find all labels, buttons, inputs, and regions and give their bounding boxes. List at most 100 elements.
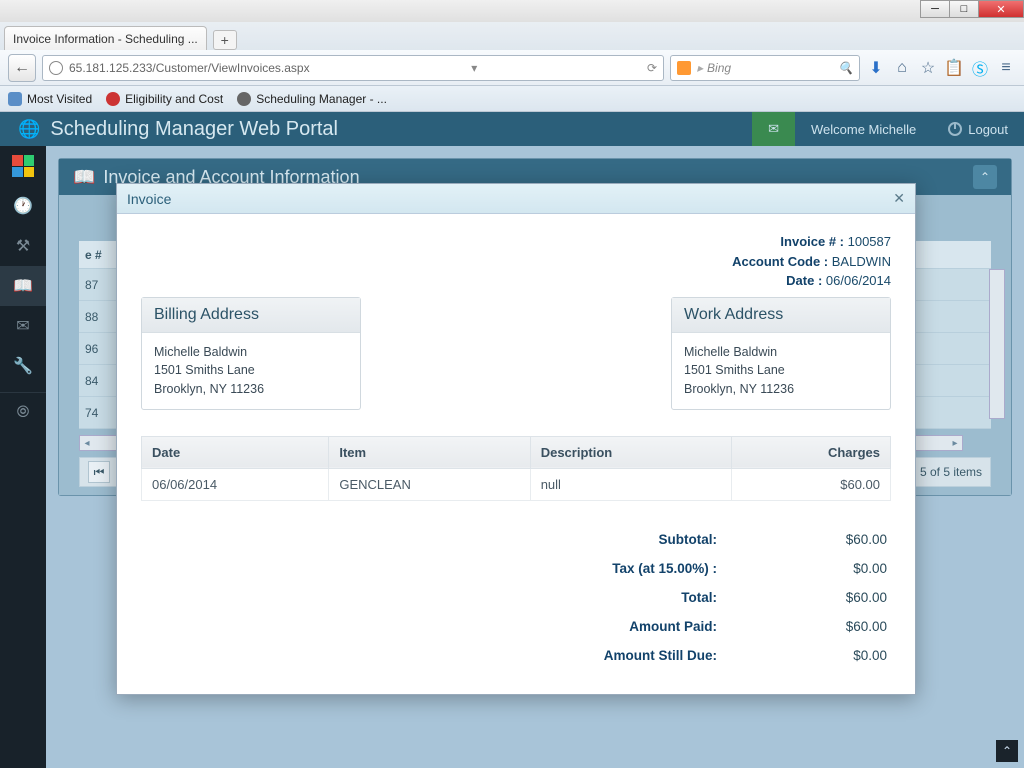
reload-icon[interactable]: ⟳ xyxy=(647,61,657,75)
bookmarks-bar: Most Visited Eligibility and Cost Schedu… xyxy=(0,86,1024,112)
bookmark-icon xyxy=(8,92,22,106)
cell-date: 06/06/2014 xyxy=(142,468,329,500)
meta-label: Invoice # : xyxy=(780,234,844,249)
gauge-icon: 🕐 xyxy=(13,196,33,216)
sidebar-legal[interactable]: ⚒ xyxy=(0,226,46,266)
modal-header: Invoice ✕ xyxy=(117,184,915,214)
sidebar-messages[interactable]: ✉ xyxy=(0,306,46,346)
sidebar-collapse[interactable]: ⦾ xyxy=(0,392,46,432)
total-label: Tax (at 15.00%) : xyxy=(517,561,717,576)
book-icon: 📖 xyxy=(73,167,95,188)
bookmark-star-icon[interactable]: ☆ xyxy=(918,58,938,78)
bookmark-eligibility[interactable]: Eligibility and Cost xyxy=(106,92,223,106)
search-placeholder: Bing xyxy=(707,61,731,75)
welcome-text: Welcome Michelle xyxy=(795,112,932,146)
skype-icon[interactable]: Ⓢ xyxy=(970,58,990,78)
total-label: Amount Paid: xyxy=(517,619,717,634)
address-line: Brooklyn, NY 11236 xyxy=(684,380,878,399)
mail-icon: ✉ xyxy=(768,121,779,137)
billing-heading: Billing Address xyxy=(142,298,360,333)
apps-icon xyxy=(12,155,34,177)
pager-first-button[interactable]: ⏮ xyxy=(88,461,110,483)
meta-value: 100587 xyxy=(848,234,891,249)
scroll-left-icon[interactable]: ◂ xyxy=(80,438,94,449)
bookmark-scheduling[interactable]: Scheduling Manager - ... xyxy=(237,92,387,106)
app-title: Scheduling Manager Web Portal xyxy=(50,118,338,141)
logout-button[interactable]: Logout xyxy=(932,112,1024,146)
logout-label: Logout xyxy=(968,122,1008,137)
billing-address-box: Billing Address Michelle Baldwin 1501 Sm… xyxy=(141,297,361,410)
modal-title: Invoice xyxy=(127,191,171,207)
col-date: Date xyxy=(142,436,329,468)
total-value: $60.00 xyxy=(777,532,887,547)
nav-toolbar: ← 65.181.125.233/Customer/ViewInvoices.a… xyxy=(0,50,1024,86)
back-button[interactable]: ← xyxy=(8,54,36,82)
meta-value: 06/06/2014 xyxy=(826,273,891,288)
browser-tab[interactable]: Invoice Information - Scheduling ... xyxy=(4,26,207,50)
total-value: $60.00 xyxy=(777,590,887,605)
col-header: e # xyxy=(85,248,117,262)
cell-item: GENCLEAN xyxy=(329,468,530,500)
clipboard-icon[interactable]: 📋 xyxy=(944,58,964,78)
window-minimize-button[interactable]: ─ xyxy=(920,0,950,18)
work-address-box: Work Address Michelle Baldwin 1501 Smith… xyxy=(671,297,891,410)
total-value: $60.00 xyxy=(777,619,887,634)
bookmark-icon xyxy=(106,92,120,106)
gavel-icon: ⚒ xyxy=(16,236,30,256)
address-line: Michelle Baldwin xyxy=(684,343,878,362)
url-text: 65.181.125.233/Customer/ViewInvoices.asp… xyxy=(69,61,310,75)
vertical-scrollbar[interactable] xyxy=(989,269,1005,419)
sidebar-settings[interactable]: 🔧 xyxy=(0,346,46,386)
scroll-top-button[interactable]: ⌃ xyxy=(996,740,1018,762)
col-charges: Charges xyxy=(732,436,891,468)
sidebar-invoices[interactable]: 📖 xyxy=(0,266,46,306)
line-items-table: Date Item Description Charges 06/06/2014… xyxy=(141,436,891,501)
sidebar: 🕐 ⚒ 📖 ✉ 🔧 ⦾ xyxy=(0,146,46,768)
envelope-icon: ✉ xyxy=(16,316,29,336)
globe-icon xyxy=(49,61,63,75)
search-icon[interactable]: 🔍 xyxy=(838,61,853,75)
dropdown-icon[interactable]: ▾ xyxy=(471,61,477,75)
bookmark-label: Most Visited xyxy=(27,92,92,106)
address-line: 1501 Smiths Lane xyxy=(684,361,878,380)
home-icon[interactable]: ⌂ xyxy=(892,58,912,78)
panel-collapse-button[interactable]: ⌃ xyxy=(973,165,997,189)
new-tab-button[interactable]: + xyxy=(213,30,237,50)
modal-close-button[interactable]: ✕ xyxy=(893,190,905,207)
address-line: Brooklyn, NY 11236 xyxy=(154,380,348,399)
total-value: $0.00 xyxy=(777,648,887,663)
app-header: 🌐 Scheduling Manager Web Portal ✉ Welcom… xyxy=(0,112,1024,146)
downloads-icon[interactable]: ⬇ xyxy=(866,58,886,78)
pager-status: 5 of 5 items xyxy=(920,465,982,479)
invoice-meta: Invoice # : 100587 Account Code : BALDWI… xyxy=(141,232,891,291)
bookmark-label: Eligibility and Cost xyxy=(125,92,223,106)
menu-icon[interactable]: ≡ xyxy=(996,58,1016,78)
bookmark-icon xyxy=(237,92,251,106)
mail-button[interactable]: ✉ xyxy=(752,112,795,146)
cell: 87 xyxy=(85,278,117,292)
bookmark-most-visited[interactable]: Most Visited xyxy=(8,92,92,106)
power-icon xyxy=(948,122,962,136)
address-line: 1501 Smiths Lane xyxy=(154,361,348,380)
meta-label: Account Code : xyxy=(732,254,828,269)
scroll-right-icon[interactable]: ▸ xyxy=(948,438,962,449)
cell: 96 xyxy=(85,342,117,356)
window-close-button[interactable]: ✕ xyxy=(978,0,1024,18)
search-bar[interactable]: ▸ Bing 🔍 xyxy=(670,55,860,81)
totals: Subtotal:$60.00 Tax (at 15.00%) :$0.00 T… xyxy=(141,525,891,670)
col-item: Item xyxy=(329,436,530,468)
url-bar[interactable]: 65.181.125.233/Customer/ViewInvoices.asp… xyxy=(42,55,664,81)
chevron-left-icon: ⦾ xyxy=(17,404,30,422)
app-logo-icon: 🌐 xyxy=(18,119,40,140)
bookmark-label: Scheduling Manager - ... xyxy=(256,92,387,106)
window-maximize-button[interactable]: □ xyxy=(949,0,979,18)
window-titlebar: ─ □ ✕ xyxy=(0,0,1024,22)
sidebar-dashboard[interactable]: 🕐 xyxy=(0,186,46,226)
total-value: $0.00 xyxy=(777,561,887,576)
line-item-row: 06/06/2014 GENCLEAN null $60.00 xyxy=(142,468,891,500)
invoice-modal: Invoice ✕ Invoice # : 100587 Account Cod… xyxy=(116,183,916,695)
bing-icon xyxy=(677,61,691,75)
sidebar-apps[interactable] xyxy=(0,146,46,186)
key-icon: 🔧 xyxy=(13,356,33,376)
cell-desc: null xyxy=(530,468,731,500)
